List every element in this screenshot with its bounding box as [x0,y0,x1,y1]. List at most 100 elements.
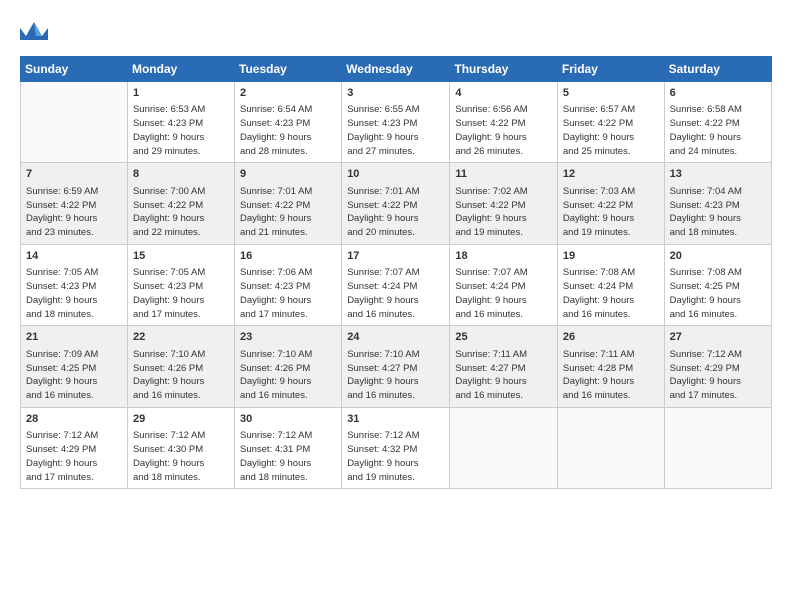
day-cell: 19 Sunrise: 7:08 AM Sunset: 4:24 PM Dayli… [557,244,664,325]
logo [20,18,52,46]
day-cell: 21 Sunrise: 7:09 AM Sunset: 4:25 PM Dayli… [21,326,128,407]
day-info: Sunrise: 7:07 AM Sunset: 4:24 PM Dayligh… [455,266,552,321]
header-cell-monday: Monday [127,57,234,82]
day-number: 4 [455,86,552,101]
day-cell: 26 Sunrise: 7:11 AM Sunset: 4:28 PM Dayli… [557,326,664,407]
day-number: 15 [133,249,229,264]
day-cell: 9 Sunrise: 7:01 AM Sunset: 4:22 PM Daylig… [235,163,342,244]
day-cell: 1 Sunrise: 6:53 AM Sunset: 4:23 PM Daylig… [127,82,234,163]
header-cell-thursday: Thursday [450,57,558,82]
day-cell: 29 Sunrise: 7:12 AM Sunset: 4:30 PM Dayli… [127,407,234,488]
day-info: Sunrise: 7:04 AM Sunset: 4:23 PM Dayligh… [670,185,766,240]
header-cell-tuesday: Tuesday [235,57,342,82]
day-cell: 3 Sunrise: 6:55 AM Sunset: 4:23 PM Daylig… [342,82,450,163]
day-cell: 18Sunrise: 7:07 AM Sunset: 4:24 PM Dayli… [450,244,558,325]
day-info: Sunrise: 7:10 AM Sunset: 4:26 PM Dayligh… [240,348,336,403]
day-info: Sunrise: 6:57 AM Sunset: 4:22 PM Dayligh… [563,103,659,158]
day-cell [557,407,664,488]
day-number: 22 [133,330,229,345]
day-info: Sunrise: 7:01 AM Sunset: 4:22 PM Dayligh… [347,185,444,240]
day-info: Sunrise: 7:10 AM Sunset: 4:26 PM Dayligh… [133,348,229,403]
day-info: Sunrise: 7:12 AM Sunset: 4:30 PM Dayligh… [133,429,229,484]
day-info: Sunrise: 7:05 AM Sunset: 4:23 PM Dayligh… [133,266,229,321]
day-cell: 24Sunrise: 7:10 AM Sunset: 4:27 PM Dayli… [342,326,450,407]
day-number: 29 [133,412,229,427]
day-info: Sunrise: 7:05 AM Sunset: 4:23 PM Dayligh… [26,266,122,321]
day-info: Sunrise: 6:59 AM Sunset: 4:22 PM Dayligh… [26,185,122,240]
day-number: 12 [563,167,659,182]
header-cell-sunday: Sunday [21,57,128,82]
day-number: 20 [670,249,766,264]
week-row-2: 7 Sunrise: 6:59 AM Sunset: 4:22 PM Daylig… [21,163,772,244]
day-info: Sunrise: 6:54 AM Sunset: 4:23 PM Dayligh… [240,103,336,158]
day-info: Sunrise: 7:02 AM Sunset: 4:22 PM Dayligh… [455,185,552,240]
day-info: Sunrise: 6:55 AM Sunset: 4:23 PM Dayligh… [347,103,444,158]
day-cell: 16 Sunrise: 7:06 AM Sunset: 4:23 PM Dayli… [235,244,342,325]
day-number: 10 [347,167,444,182]
page: SundayMondayTuesdayWednesdayThursdayFrid… [0,0,792,612]
day-number: 30 [240,412,336,427]
header-cell-friday: Friday [557,57,664,82]
day-info: Sunrise: 7:10 AM Sunset: 4:27 PM Dayligh… [347,348,444,403]
day-number: 27 [670,330,766,345]
day-number: 1 [133,86,229,101]
header-cell-wednesday: Wednesday [342,57,450,82]
day-number: 11 [455,167,552,182]
day-number: 9 [240,167,336,182]
day-info: Sunrise: 7:08 AM Sunset: 4:25 PM Dayligh… [670,266,766,321]
day-info: Sunrise: 7:09 AM Sunset: 4:25 PM Dayligh… [26,348,122,403]
day-info: Sunrise: 7:11 AM Sunset: 4:28 PM Dayligh… [563,348,659,403]
day-number: 2 [240,86,336,101]
day-cell: 20 Sunrise: 7:08 AM Sunset: 4:25 PM Dayli… [664,244,771,325]
header-cell-saturday: Saturday [664,57,771,82]
day-cell: 12 Sunrise: 7:03 AM Sunset: 4:22 PM Dayli… [557,163,664,244]
day-number: 28 [26,412,122,427]
day-cell: 25 Sunrise: 7:11 AM Sunset: 4:27 PM Dayli… [450,326,558,407]
day-cell: 22 Sunrise: 7:10 AM Sunset: 4:26 PM Dayli… [127,326,234,407]
day-info: Sunrise: 7:03 AM Sunset: 4:22 PM Dayligh… [563,185,659,240]
logo-icon [20,18,48,46]
day-cell: 6Sunrise: 6:58 AM Sunset: 4:22 PM Daylig… [664,82,771,163]
day-cell: 10 Sunrise: 7:01 AM Sunset: 4:22 PM Dayli… [342,163,450,244]
day-number: 19 [563,249,659,264]
header [20,18,772,46]
day-info: Sunrise: 7:00 AM Sunset: 4:22 PM Dayligh… [133,185,229,240]
day-info: Sunrise: 7:11 AM Sunset: 4:27 PM Dayligh… [455,348,552,403]
day-info: Sunrise: 6:53 AM Sunset: 4:23 PM Dayligh… [133,103,229,158]
day-number: 23 [240,330,336,345]
day-number: 3 [347,86,444,101]
day-info: Sunrise: 7:12 AM Sunset: 4:29 PM Dayligh… [670,348,766,403]
day-cell: 23 Sunrise: 7:10 AM Sunset: 4:26 PM Dayli… [235,326,342,407]
day-cell: 8 Sunrise: 7:00 AM Sunset: 4:22 PM Daylig… [127,163,234,244]
week-row-5: 28Sunrise: 7:12 AM Sunset: 4:29 PM Dayli… [21,407,772,488]
day-number: 13 [670,167,766,182]
day-cell: 14Sunrise: 7:05 AM Sunset: 4:23 PM Dayli… [21,244,128,325]
day-number: 25 [455,330,552,345]
day-cell: 11 Sunrise: 7:02 AM Sunset: 4:22 PM Dayli… [450,163,558,244]
day-number: 7 [26,167,122,182]
day-cell: 15 Sunrise: 7:05 AM Sunset: 4:23 PM Dayli… [127,244,234,325]
day-number: 6 [670,86,766,101]
day-info: Sunrise: 7:08 AM Sunset: 4:24 PM Dayligh… [563,266,659,321]
day-cell: 4 Sunrise: 6:56 AM Sunset: 4:22 PM Daylig… [450,82,558,163]
week-row-1: 1 Sunrise: 6:53 AM Sunset: 4:23 PM Daylig… [21,82,772,163]
day-info: Sunrise: 7:01 AM Sunset: 4:22 PM Dayligh… [240,185,336,240]
day-cell: 17 Sunrise: 7:07 AM Sunset: 4:24 PM Dayli… [342,244,450,325]
day-number: 8 [133,167,229,182]
day-number: 17 [347,249,444,264]
day-cell [21,82,128,163]
week-row-4: 21 Sunrise: 7:09 AM Sunset: 4:25 PM Dayli… [21,326,772,407]
day-number: 16 [240,249,336,264]
day-cell: 27 Sunrise: 7:12 AM Sunset: 4:29 PM Dayli… [664,326,771,407]
day-info: Sunrise: 7:07 AM Sunset: 4:24 PM Dayligh… [347,266,444,321]
day-info: Sunrise: 6:56 AM Sunset: 4:22 PM Dayligh… [455,103,552,158]
day-info: Sunrise: 7:06 AM Sunset: 4:23 PM Dayligh… [240,266,336,321]
day-cell: 28Sunrise: 7:12 AM Sunset: 4:29 PM Dayli… [21,407,128,488]
day-number: 26 [563,330,659,345]
day-cell: 5Sunrise: 6:57 AM Sunset: 4:22 PM Daylig… [557,82,664,163]
day-cell: 30Sunrise: 7:12 AM Sunset: 4:31 PM Dayli… [235,407,342,488]
day-cell: 7 Sunrise: 6:59 AM Sunset: 4:22 PM Daylig… [21,163,128,244]
day-cell [664,407,771,488]
day-number: 31 [347,412,444,427]
day-number: 21 [26,330,122,345]
